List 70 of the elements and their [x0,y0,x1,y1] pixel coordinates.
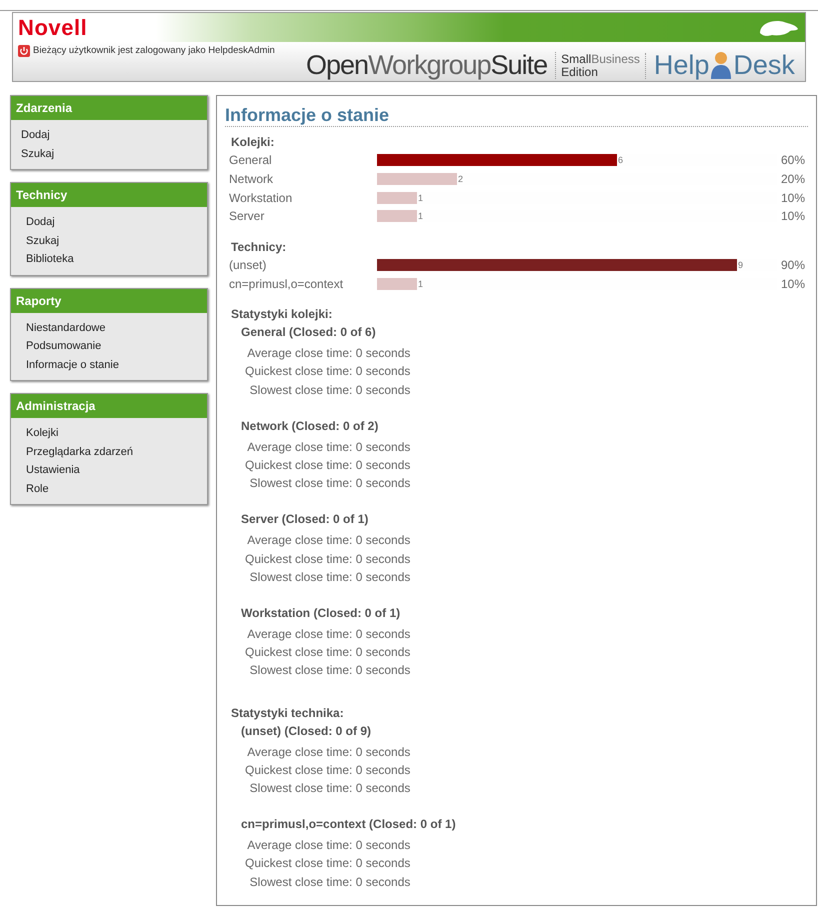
stats-line: Average close time: 0 seconds [247,626,410,643]
menu-link[interactable]: Niestandardowe [11,318,207,337]
bar-count: 2 [458,173,464,186]
stats-line: Slowest close time: 0 seconds [250,874,410,891]
person-icon [710,51,732,79]
stats-group-title: General (Closed: 0 of 6) [240,324,377,342]
stats-line: Quickest close time: 0 seconds [245,363,410,380]
stats-line: Average close time: 0 seconds [247,744,410,761]
stats-line: Average close time: 0 seconds [247,345,410,362]
bar-label: Network [229,171,274,188]
stats-group-title: Workstation (Closed: 0 of 1) [240,604,402,622]
brand-logo: Novell [18,16,88,38]
bar-percent: 10% [780,208,806,226]
bar-percent: 90% [780,257,806,274]
stats-line: Quickest close time: 0 seconds [245,855,410,872]
stats-line: Average close time: 0 seconds [247,438,410,456]
stats-group-title: Server (Closed: 0 of 1) [240,511,370,528]
bar-percent: 60% [780,152,806,170]
menu-link[interactable]: Dodaj [11,126,207,144]
stats-line: Slowest close time: 0 seconds [250,475,410,492]
menu-link[interactable]: Podsumowanie [11,337,207,356]
menu-link[interactable]: Szukaj [11,144,207,163]
bar-percent: 10% [780,276,806,293]
bar-label: Workstation [229,190,294,207]
bar-label: Server [229,208,266,226]
bar-label: cn=primusl,o=context [229,276,344,293]
stats-group-title: Network (Closed: 0 of 2) [240,418,380,435]
power-icon [18,45,30,58]
menu-link[interactable]: Szukaj [11,232,207,250]
menu-link[interactable]: Dodaj [11,213,207,232]
product-logo: Help Desk [652,51,795,79]
bar-count: 6 [618,154,624,166]
stats-line: Slowest close time: 0 seconds [250,382,410,399]
suite-logo: OpenWorkgroupSuite [306,52,556,79]
menu-panel-title: Technicy [11,183,207,207]
stats-group-title: (unset) (Closed: 0 of 9) [240,722,372,740]
menu-link[interactable]: Informacje o stanie [11,356,207,374]
bar-count: 1 [418,192,424,204]
stats-line: Average close time: 0 seconds [247,837,410,854]
section-heading: Statystyki kolejki: [230,306,334,324]
bar-percent: 20% [780,171,806,188]
menu-panel-title: Administracja [11,394,207,418]
menu-panel-title: Raporty [11,288,207,312]
stats-line: Slowest close time: 0 seconds [250,568,410,586]
bar-count: 1 [418,210,424,222]
bar-label: General [229,152,273,170]
menu-link[interactable]: Biblioteka [11,250,207,268]
menu-link[interactable]: Ustawienia [11,461,207,480]
menu-link[interactable]: Kolejki [11,424,207,442]
bar-percent: 10% [780,190,806,207]
stats-line: Quickest close time: 0 seconds [245,762,410,779]
stats-line: Quickest close time: 0 seconds [245,644,410,662]
stats-line: Slowest close time: 0 seconds [250,662,410,680]
menu-link[interactable]: Role [11,480,207,498]
stats-line: Average close time: 0 seconds [247,532,410,550]
bar-count: 9 [738,259,744,272]
stats-line: Quickest close time: 0 seconds [245,550,410,568]
section-heading: Statystyki technika: [230,704,345,722]
bar-count: 1 [418,278,424,290]
stats-line: Slowest close time: 0 seconds [250,780,410,797]
stats-line: Quickest close time: 0 seconds [245,456,410,474]
bar-label: (unset) [229,257,268,274]
menu-link[interactable]: Przeglądarka zdarzeń [11,442,207,461]
menu-panel-title: Zdarzenia [11,96,207,120]
section-heading: Technicy: [230,238,288,256]
login-status: Bieżący użytkownik jest zalogowany jako HelpdeskAdmin [33,44,275,58]
page-title: Informacje o stanie [225,104,808,127]
section-heading: Kolejki: [230,134,276,151]
stats-group-title: cn=primusl,o=context (Closed: 0 of 1) [240,816,457,834]
edition-label: SmallBusiness Edition [556,53,646,79]
